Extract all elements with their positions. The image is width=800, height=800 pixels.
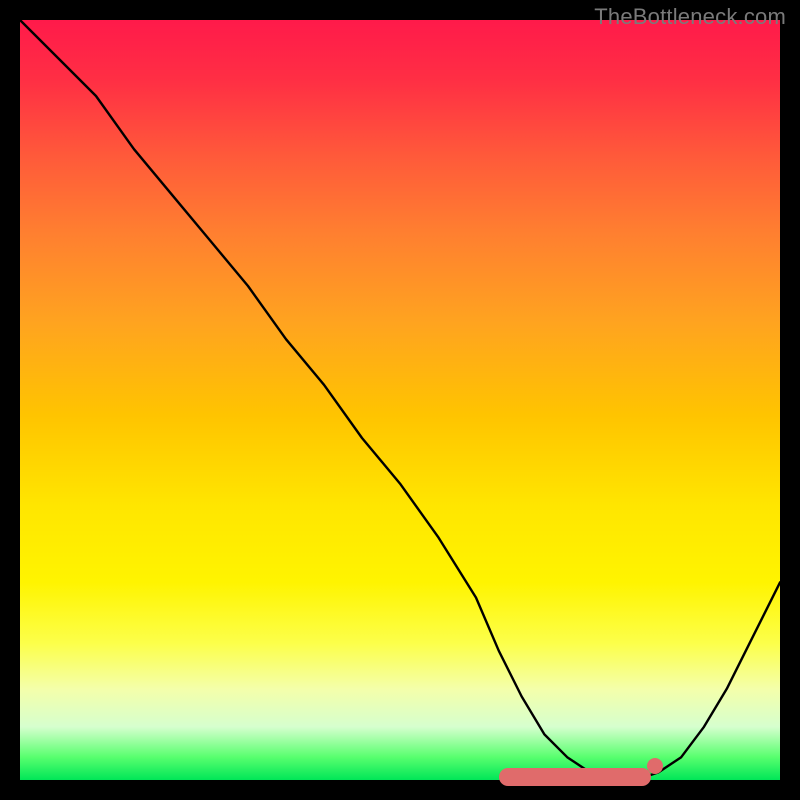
- watermark-text: TheBottleneck.com: [594, 4, 786, 30]
- chart-plot: [20, 20, 780, 780]
- optimal-range-marker: [499, 768, 651, 786]
- optimal-point-marker: [647, 758, 663, 774]
- bottleneck-curve: [20, 20, 780, 780]
